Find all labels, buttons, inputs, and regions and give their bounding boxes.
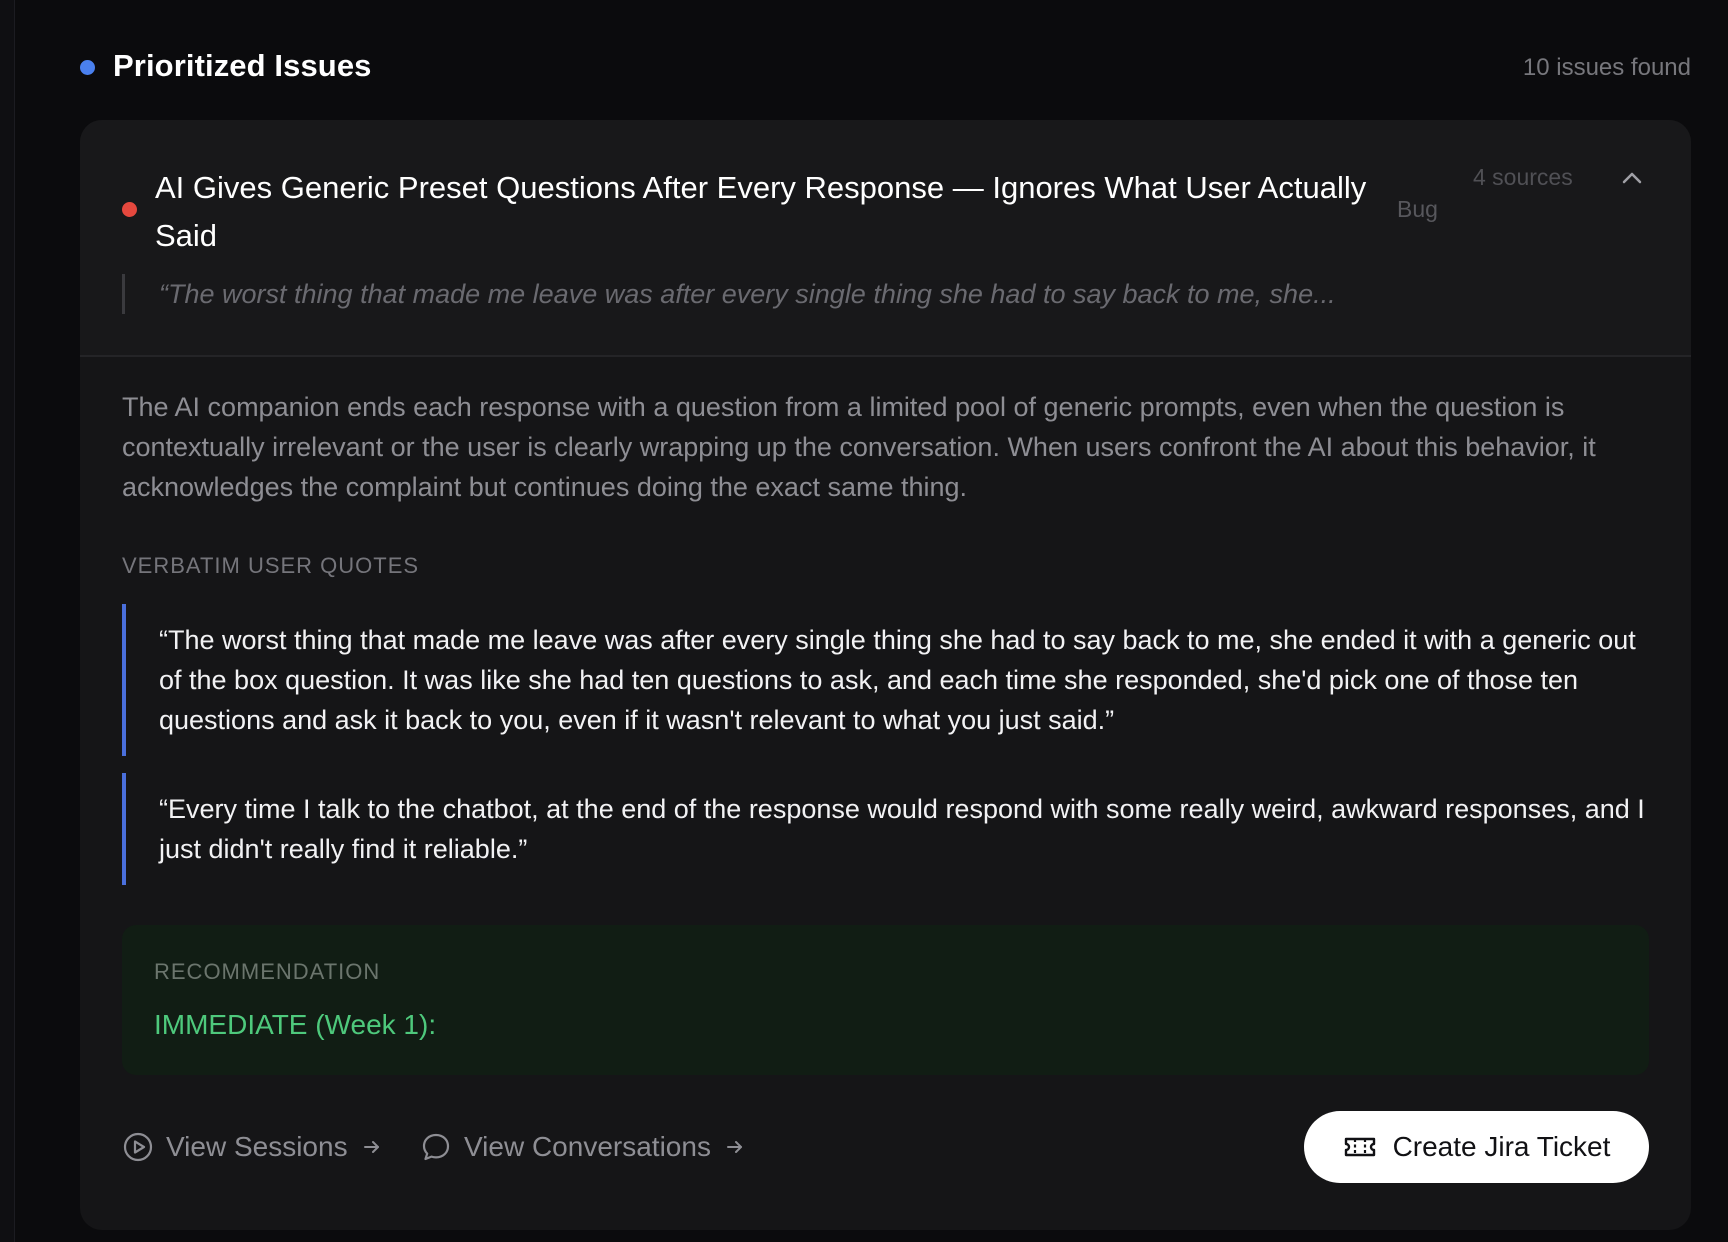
arrow-right-icon xyxy=(363,1141,379,1153)
issue-card: AI Gives Generic Preset Questions After … xyxy=(80,120,1691,1230)
section-title: Prioritized Issues xyxy=(113,48,372,83)
issue-description: The AI companion ends each response with… xyxy=(122,392,1596,502)
recommendation-label: RECOMMENDATION xyxy=(154,959,381,984)
arrow-right-icon xyxy=(726,1141,742,1153)
collapse-button[interactable] xyxy=(1616,162,1648,194)
issue-card-header[interactable]: AI Gives Generic Preset Questions After … xyxy=(80,120,1691,357)
quotes-section-label: VERBATIM USER QUOTES xyxy=(122,553,420,578)
preview-quote: “The worst thing that made me leave was … xyxy=(122,274,1602,314)
severity-dot xyxy=(122,202,137,217)
user-quote: “The worst thing that made me leave was … xyxy=(122,604,1652,756)
chat-bubble-icon xyxy=(422,1133,450,1161)
play-circle-icon xyxy=(123,1132,153,1162)
view-conversations-label: View Conversations xyxy=(464,1131,711,1162)
recommendation-text: IMMEDIATE (Week 1): xyxy=(154,1009,437,1040)
chevron-up-icon xyxy=(1622,172,1642,184)
create-jira-ticket-button[interactable]: Create Jira Ticket xyxy=(1304,1111,1649,1183)
view-sessions-label: View Sessions xyxy=(166,1131,348,1162)
create-jira-label: Create Jira Ticket xyxy=(1392,1131,1611,1162)
recommendation-box: RECOMMENDATION IMMEDIATE (Week 1): xyxy=(122,925,1649,1075)
section-status-dot xyxy=(80,60,95,75)
issue-type-tag: Bug xyxy=(1397,196,1438,222)
sidebar-edge xyxy=(0,0,15,1242)
view-conversations-link[interactable]: View Conversations xyxy=(420,1127,745,1167)
view-sessions-link[interactable]: View Sessions xyxy=(122,1127,382,1167)
issues-count: 10 issues found xyxy=(1522,54,1691,81)
section-header: Prioritized Issues 10 issues found xyxy=(80,44,1691,90)
issue-title: AI Gives Generic Preset Questions After … xyxy=(155,170,1367,253)
ticket-icon xyxy=(1344,1137,1375,1157)
issue-sources-count: 4 sources xyxy=(1473,164,1573,190)
user-quote: “Every time I talk to the chatbot, at th… xyxy=(122,773,1652,885)
